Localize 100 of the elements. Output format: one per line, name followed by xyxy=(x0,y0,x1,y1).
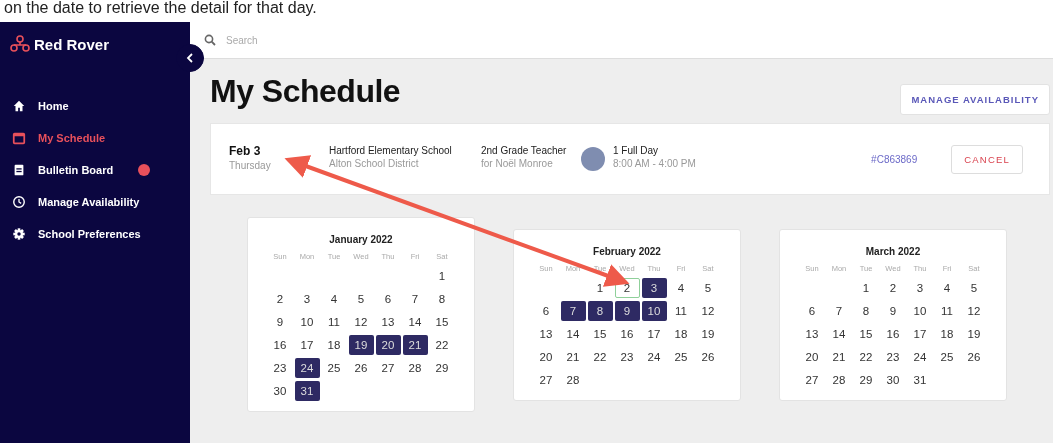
nav-item[interactable]: My Schedule xyxy=(0,122,190,154)
calendar-day[interactable]: 24 xyxy=(641,347,667,367)
calendar-day[interactable]: 31 xyxy=(907,370,933,390)
calendar-day[interactable]: 28 xyxy=(402,358,428,378)
calendar-day[interactable]: 27 xyxy=(533,370,559,390)
calendar-day[interactable]: 16 xyxy=(267,335,293,355)
calendar-day[interactable]: 7 xyxy=(560,301,586,321)
calendar-day[interactable]: 9 xyxy=(267,312,293,332)
calendar-day[interactable]: 5 xyxy=(348,289,374,309)
calendar-day[interactable]: 13 xyxy=(533,324,559,344)
calendar-day[interactable]: 19 xyxy=(695,324,721,344)
calendar-day[interactable]: 3 xyxy=(907,278,933,298)
calendar-day[interactable]: 29 xyxy=(853,370,879,390)
calendar-day[interactable]: 23 xyxy=(614,347,640,367)
calendar-day[interactable]: 21 xyxy=(560,347,586,367)
nav-item[interactable]: Manage Availability xyxy=(0,186,190,218)
calendar-day[interactable]: 16 xyxy=(880,324,906,344)
calendar-day[interactable]: 19 xyxy=(348,335,374,355)
calendar-day[interactable]: 18 xyxy=(668,324,694,344)
calendar-day[interactable]: 15 xyxy=(429,312,455,332)
calendar-day[interactable]: 19 xyxy=(961,324,987,344)
calendar-day[interactable]: 21 xyxy=(402,335,428,355)
calendar-day[interactable]: 24 xyxy=(907,347,933,367)
calendar-day[interactable]: 9 xyxy=(880,301,906,321)
calendar-day[interactable]: 13 xyxy=(375,312,401,332)
calendar-day[interactable]: 22 xyxy=(587,347,613,367)
calendar-day[interactable]: 2 xyxy=(614,278,640,298)
calendar-day[interactable]: 4 xyxy=(668,278,694,298)
calendar-day[interactable]: 25 xyxy=(668,347,694,367)
calendar-day[interactable]: 7 xyxy=(826,301,852,321)
calendar-day[interactable]: 1 xyxy=(853,278,879,298)
calendar-day[interactable]: 23 xyxy=(880,347,906,367)
calendar-day[interactable]: 22 xyxy=(853,347,879,367)
calendar-day[interactable]: 20 xyxy=(375,335,401,355)
assignment-card[interactable]: Feb 3 Thursday Hartford Elementary School Alton School District 2nd Grade Teacher for Noël Monroe 1 Full Day 8:00 AM - 4:00 PM #C863869 CANCEL xyxy=(210,123,1050,195)
calendar-day[interactable]: 9 xyxy=(614,301,640,321)
calendar-day[interactable]: 17 xyxy=(641,324,667,344)
calendar-day[interactable]: 20 xyxy=(799,347,825,367)
calendar-day[interactable]: 11 xyxy=(668,301,694,321)
calendar-day[interactable]: 12 xyxy=(961,301,987,321)
calendar-day[interactable]: 30 xyxy=(880,370,906,390)
calendar-day[interactable]: 17 xyxy=(294,335,320,355)
calendar-day[interactable]: 26 xyxy=(348,358,374,378)
calendar-day[interactable]: 11 xyxy=(934,301,960,321)
search-field[interactable]: Search xyxy=(224,33,528,47)
calendar-day[interactable]: 1 xyxy=(587,278,613,298)
calendar-day[interactable]: 21 xyxy=(826,347,852,367)
calendar-day[interactable]: 8 xyxy=(587,301,613,321)
calendar-day[interactable]: 18 xyxy=(934,324,960,344)
calendar-day[interactable]: 18 xyxy=(321,335,347,355)
calendar-day[interactable]: 7 xyxy=(402,289,428,309)
calendar-day[interactable]: 17 xyxy=(907,324,933,344)
calendar-day[interactable]: 25 xyxy=(934,347,960,367)
calendar-day[interactable]: 2 xyxy=(267,289,293,309)
calendar-day[interactable]: 15 xyxy=(853,324,879,344)
calendar-day[interactable]: 6 xyxy=(533,301,559,321)
calendar-day[interactable]: 5 xyxy=(695,278,721,298)
calendar-day[interactable]: 27 xyxy=(799,370,825,390)
calendar-day[interactable]: 31 xyxy=(294,381,320,401)
calendar-day[interactable]: 2 xyxy=(880,278,906,298)
calendar-day[interactable]: 29 xyxy=(429,358,455,378)
calendar-day[interactable]: 5 xyxy=(961,278,987,298)
calendar-day[interactable]: 4 xyxy=(934,278,960,298)
calendar-day[interactable]: 10 xyxy=(294,312,320,332)
calendar-day[interactable]: 16 xyxy=(614,324,640,344)
calendar-day[interactable]: 6 xyxy=(375,289,401,309)
calendar-day[interactable]: 14 xyxy=(826,324,852,344)
calendar-day[interactable]: 27 xyxy=(375,358,401,378)
calendar-day[interactable]: 26 xyxy=(961,347,987,367)
calendar-day[interactable]: 24 xyxy=(294,358,320,378)
calendar-day[interactable]: 8 xyxy=(429,289,455,309)
calendar-day[interactable]: 11 xyxy=(321,312,347,332)
calendar-day[interactable]: 12 xyxy=(348,312,374,332)
confirmation-number[interactable]: #C863869 xyxy=(871,153,918,165)
calendar-day[interactable]: 8 xyxy=(853,301,879,321)
calendar-day[interactable]: 13 xyxy=(799,324,825,344)
calendar-day[interactable]: 28 xyxy=(560,370,586,390)
calendar-day[interactable]: 1 xyxy=(429,266,455,286)
calendar-day[interactable]: 15 xyxy=(587,324,613,344)
calendar-day[interactable]: 30 xyxy=(267,381,293,401)
calendar-day[interactable]: 14 xyxy=(402,312,428,332)
calendar-day[interactable]: 20 xyxy=(533,347,559,367)
calendar-day[interactable]: 3 xyxy=(641,278,667,298)
nav-item[interactable]: Home xyxy=(0,90,190,122)
calendar-day[interactable]: 6 xyxy=(799,301,825,321)
calendar-day[interactable]: 10 xyxy=(907,301,933,321)
calendar-day[interactable]: 14 xyxy=(560,324,586,344)
calendar-day[interactable]: 3 xyxy=(294,289,320,309)
nav-item[interactable]: School Preferences xyxy=(0,218,190,250)
manage-availability-button[interactable]: MANAGE AVAILABILITY xyxy=(900,83,1050,115)
calendar-day[interactable]: 26 xyxy=(695,347,721,367)
calendar-day[interactable]: 12 xyxy=(695,301,721,321)
calendar-day[interactable]: 22 xyxy=(429,335,455,355)
nav-item[interactable]: Bulletin Board xyxy=(0,154,190,186)
calendar-day[interactable]: 4 xyxy=(321,289,347,309)
calendar-day[interactable]: 10 xyxy=(641,301,667,321)
calendar-day[interactable]: 23 xyxy=(267,358,293,378)
calendar-day[interactable]: 25 xyxy=(321,358,347,378)
cancel-button[interactable]: CANCEL xyxy=(951,144,1023,174)
calendar-day[interactable]: 28 xyxy=(826,370,852,390)
